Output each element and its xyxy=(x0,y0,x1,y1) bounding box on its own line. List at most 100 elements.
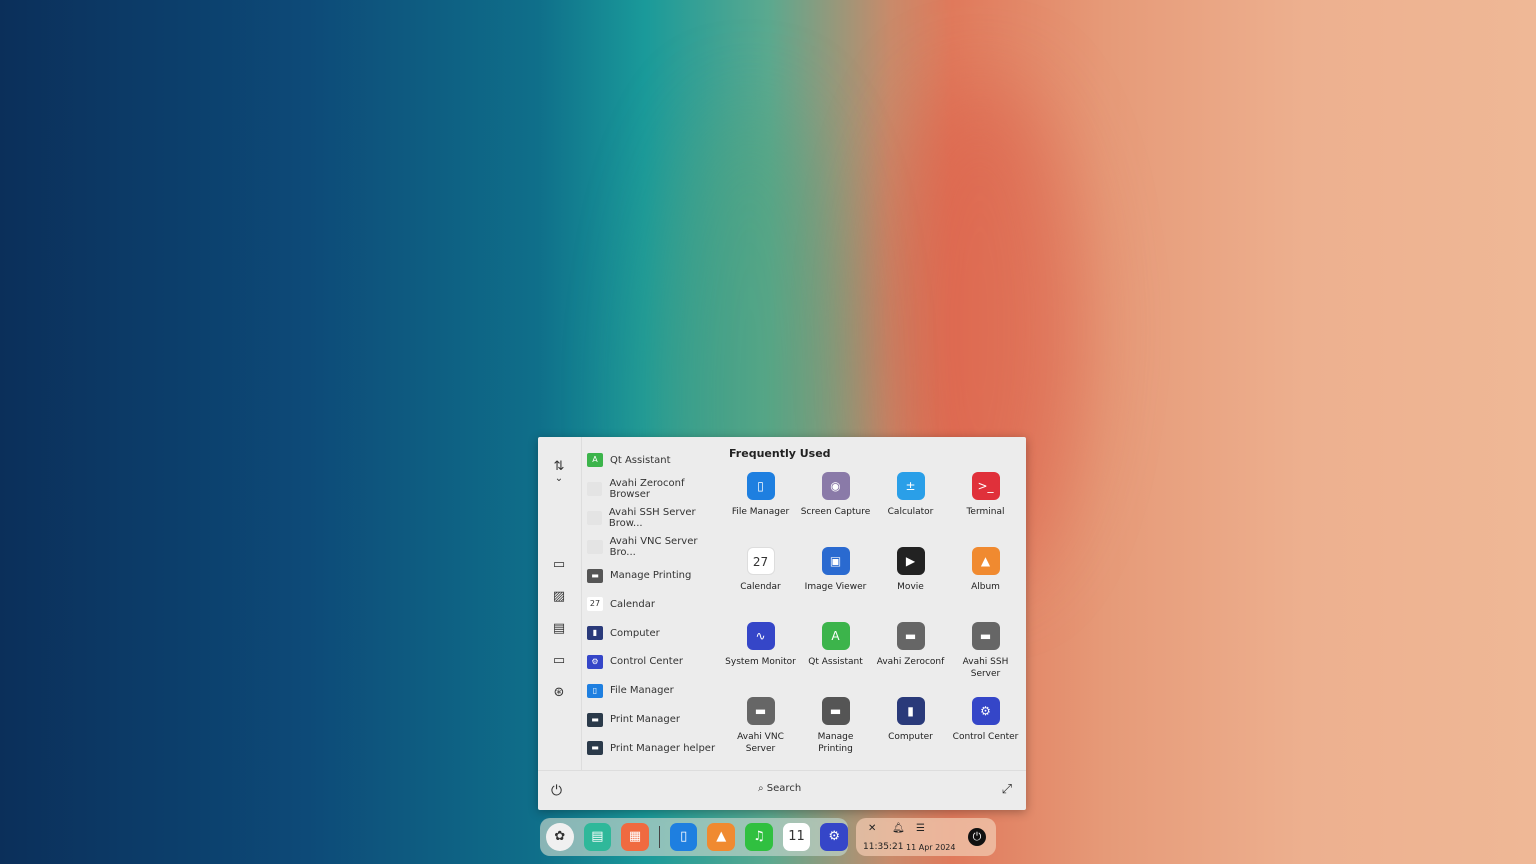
app-icon: ▶ xyxy=(896,547,925,575)
app-list-item[interactable]: ▬ Print Manager helper xyxy=(584,734,724,763)
app-list-item[interactable]: Avahi SSH Server Brow... xyxy=(584,504,724,533)
app-label: Calculator xyxy=(887,507,934,517)
app-label: Print Manager helper xyxy=(610,742,716,754)
app-icon: ▬ xyxy=(896,622,925,650)
app-icon: ⚙ xyxy=(587,654,603,669)
frequent-app-item[interactable]: ⚙ Control Center xyxy=(948,694,1023,769)
app-label: Terminal xyxy=(966,507,1005,517)
app-icon: A xyxy=(587,453,603,468)
app-label: Image Viewer xyxy=(804,582,867,592)
frequent-app-item[interactable]: ▬ Avahi VNC Server xyxy=(723,694,798,769)
app-label: Manage Printing xyxy=(610,570,692,582)
frequent-app-item[interactable]: ▲ Album xyxy=(948,544,1023,619)
app-icon: ▬ xyxy=(587,712,603,727)
app-list-item[interactable]: 27 Calendar xyxy=(584,590,724,619)
app-label: Manage Printing xyxy=(817,732,854,754)
app-icon: ∿ xyxy=(746,622,775,650)
app-icon: 27 xyxy=(587,597,603,612)
computer-icon[interactable]: ▭ xyxy=(551,557,567,573)
app-list-item[interactable]: ▬ Print Manager xyxy=(584,705,724,734)
dock-album-icon[interactable]: ▲ xyxy=(707,823,736,851)
power-icon[interactable]: ⏻ xyxy=(551,783,562,799)
dock-calendar-icon[interactable]: 11 xyxy=(782,823,811,851)
dock-app-store-icon[interactable]: ▦ xyxy=(621,823,649,851)
app-label: Avahi VNC Server xyxy=(737,732,784,754)
app-label: Calendar xyxy=(610,598,655,610)
notification-bell-icon[interactable]: 🔔︎ xyxy=(892,823,905,834)
dock-control-center-icon[interactable]: ⚙ xyxy=(820,823,848,851)
app-icon: ▬ xyxy=(746,697,775,725)
frequent-app-item[interactable]: ▣ Image Viewer xyxy=(798,544,873,619)
search-label: Search xyxy=(766,783,802,794)
app-icon: ▯ xyxy=(587,683,603,698)
dock-music-icon[interactable]: ♫ xyxy=(745,823,773,851)
dock-launcher-icon[interactable]: ✿ xyxy=(546,823,574,851)
app-label: File Manager xyxy=(731,507,790,517)
app-icon: ▲ xyxy=(971,547,1000,575)
app-label: Computer xyxy=(610,627,660,639)
dock-multitask-view-icon[interactable]: ▤ xyxy=(583,823,612,851)
app-label: Print Manager xyxy=(610,714,681,726)
app-list-item[interactable]: ▬ Manage Printing xyxy=(584,561,724,590)
app-label: Qt Assistant xyxy=(610,454,671,466)
app-icon: ⚙ xyxy=(971,697,1000,725)
dock-separator xyxy=(658,826,660,848)
app-list-item[interactable]: A Qt Assistant xyxy=(584,446,724,475)
app-list-item[interactable]: ▯ File Manager xyxy=(584,676,724,705)
app-icon xyxy=(587,482,603,497)
launcher-menu: ⇅ ⌄ ▭ ▨ ▤ ▭ ⊛ A Qt Assistant Avahi Zerocon… xyxy=(538,437,1026,810)
app-label: Qt Assistant xyxy=(808,657,863,667)
clock-date[interactable]: 11 Apr 2024 xyxy=(906,843,955,852)
frequent-app-item[interactable]: ▶ Movie xyxy=(873,544,948,619)
frequent-app-item[interactable]: ◉ Screen Capture xyxy=(798,469,873,544)
app-list-item[interactable]: Avahi Zeroconf Browser xyxy=(584,475,724,504)
app-icon: >_ xyxy=(971,472,1000,500)
frequent-app-item[interactable]: ▬ Manage Printing xyxy=(798,694,873,769)
frequent-app-item[interactable]: ▬ Avahi Zeroconf xyxy=(873,619,948,694)
app-list-item[interactable]: ⚙ Control Center xyxy=(584,648,724,677)
app-label: Album xyxy=(971,582,1000,592)
control-toggles-icon[interactable]: ☰ xyxy=(916,823,925,834)
frequently-used-title: Frequently Used xyxy=(729,447,831,460)
shutdown-button[interactable]: ⏻ xyxy=(968,828,986,846)
desktop-icon[interactable]: ▭ xyxy=(551,653,567,669)
app-icon: ▮ xyxy=(587,626,603,641)
frequent-app-item[interactable]: >_ Terminal xyxy=(948,469,1023,544)
app-icon: ▯ xyxy=(746,472,775,500)
menu-bottom-bar: ⏻ ⌕ Search ⤢ xyxy=(538,770,1026,810)
app-label: Control Center xyxy=(952,732,1019,742)
chevron-down-icon[interactable]: ⌄ xyxy=(551,471,567,487)
frequent-app-item[interactable]: ▮ Computer xyxy=(873,694,948,769)
system-tray: ✕ 🔔︎ ☰ 11:35:21 11 Apr 2024 ⏻ xyxy=(856,818,996,856)
app-label: Avahi Zeroconf xyxy=(876,657,945,667)
dock-file-manager-icon[interactable]: ▯ xyxy=(669,823,698,851)
documents-icon[interactable]: ▤ xyxy=(551,621,567,637)
frequent-app-item[interactable]: ▯ File Manager xyxy=(723,469,798,544)
search-button[interactable]: ⌕ Search xyxy=(758,783,801,794)
app-label: Movie xyxy=(897,582,924,592)
pictures-icon[interactable]: ▨ xyxy=(551,589,567,605)
frequent-app-item[interactable]: ∿ System Monitor xyxy=(723,619,798,694)
app-icon xyxy=(587,539,603,554)
app-icon: ▬ xyxy=(587,568,603,583)
app-list-item[interactable]: Avahi VNC Server Bro... xyxy=(584,532,724,561)
app-icon: ▬ xyxy=(821,697,850,725)
frequent-app-item[interactable]: ▬ Avahi SSH Server xyxy=(948,619,1023,694)
frequent-app-item[interactable]: ± Calculator xyxy=(873,469,948,544)
fullscreen-expand-icon[interactable]: ⤢ xyxy=(1002,782,1012,797)
app-label: Avahi Zeroconf Browser xyxy=(609,478,685,501)
frequent-app-item[interactable]: 27 Calendar xyxy=(723,544,798,619)
clock-time[interactable]: 11:35:21 xyxy=(863,842,903,852)
app-list-item[interactable]: ▮ Computer xyxy=(584,619,724,648)
network-disabled-icon[interactable]: ✕ xyxy=(868,823,876,834)
app-icon: ▬ xyxy=(587,741,603,756)
app-icon: ▣ xyxy=(821,547,850,575)
app-label: Avahi SSH Server Brow... xyxy=(608,506,696,529)
app-label: System Monitor xyxy=(725,657,796,667)
app-list: A Qt Assistant Avahi Zeroconf Browser Avahi… xyxy=(584,446,724,763)
app-icon: ▮ xyxy=(896,697,925,725)
app-label: Screen Capture xyxy=(800,507,871,517)
network-icon[interactable]: ⊛ xyxy=(551,685,567,701)
frequent-app-item[interactable]: A Qt Assistant xyxy=(798,619,873,694)
app-label: Computer xyxy=(888,732,933,742)
